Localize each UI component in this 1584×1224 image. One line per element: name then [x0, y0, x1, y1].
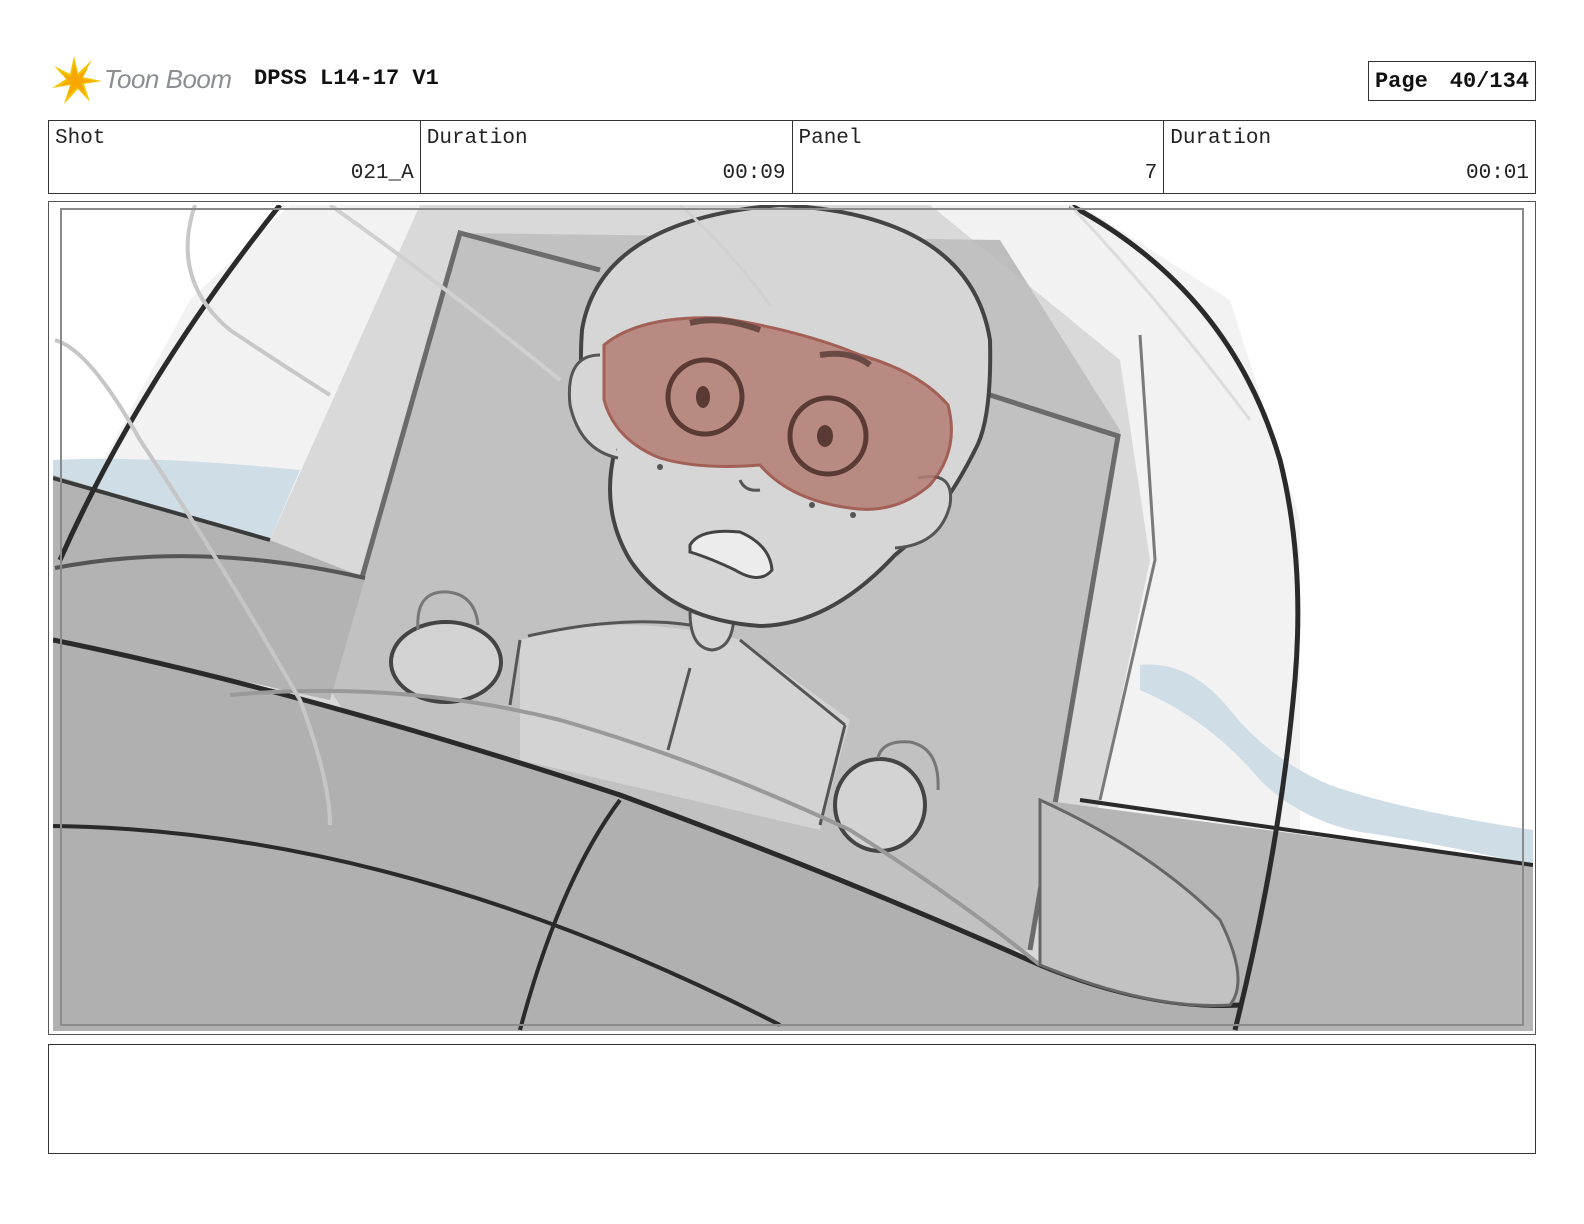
pilot-cockpit-sketch [53, 205, 1533, 1031]
panel-duration-value: 00:01 [1465, 162, 1529, 185]
panel-value: 7 [1144, 162, 1158, 185]
page-number: 40/134 [1449, 68, 1529, 94]
panel-label: Panel [798, 127, 862, 150]
toon-boom-logo: Toon Boom [52, 56, 242, 106]
panel-duration-label: Duration [1170, 127, 1272, 150]
document-title: DPSS L14-17 V1 [254, 66, 439, 91]
logo-wordmark: Toon Boom [104, 64, 232, 94]
shot-info-table: Shot 021_A Duration 00:09 Panel 7 Durati… [48, 120, 1536, 194]
storyboard-drawing [53, 205, 1533, 1031]
shot-duration-value: 00:09 [722, 162, 786, 185]
shot-duration-label: Duration [426, 127, 528, 150]
page-header: Toon Boom DPSS L14-17 V1 Page 40/134 [52, 56, 1536, 106]
page-label: Page [1374, 68, 1428, 94]
panel-duration-cell: Duration 00:01 [1164, 121, 1535, 193]
panel-notes-box[interactable] [48, 1044, 1536, 1154]
shot-value: 021_A [350, 162, 414, 185]
starburst-icon [52, 56, 102, 104]
shot-duration-cell: Duration 00:09 [421, 121, 793, 193]
page-indicator: Page 40/134 [1367, 61, 1536, 101]
shot-label: Shot [55, 127, 106, 150]
shot-cell: Shot 021_A [49, 121, 421, 193]
panel-cell: Panel 7 [793, 121, 1165, 193]
